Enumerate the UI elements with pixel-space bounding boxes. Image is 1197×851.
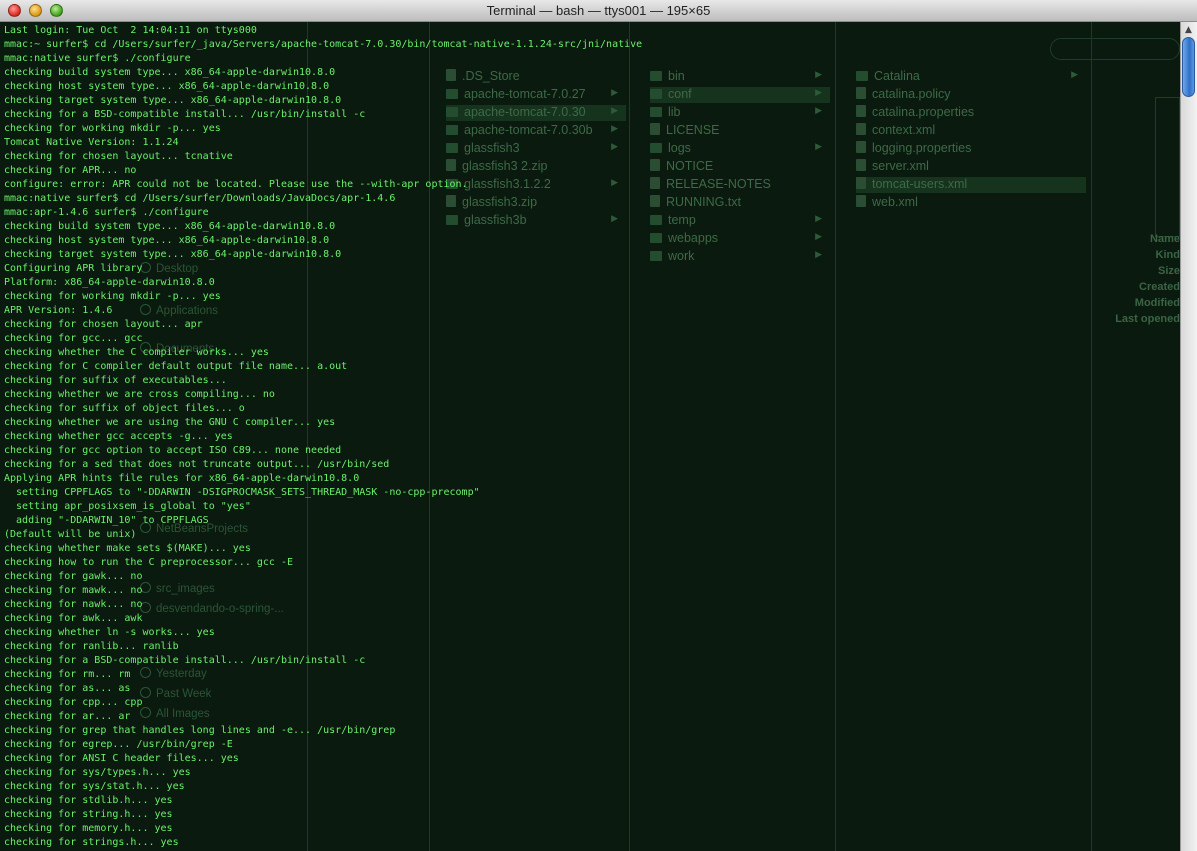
- terminal-line: checking for suffix of object files... o: [4, 403, 245, 414]
- terminal-line: checking how to run the C preprocessor..…: [4, 557, 293, 568]
- vertical-scrollbar[interactable]: [1180, 22, 1197, 851]
- terminal-line: checking target system type... x86_64-ap…: [4, 249, 342, 260]
- terminal-line: checking for a BSD-compatible install...…: [4, 109, 366, 120]
- terminal-line: mmac:apr-1.4.6 surfer$ ./configure: [4, 207, 209, 218]
- terminal-line: checking for sys/stat.h... yes: [4, 781, 185, 792]
- terminal-line: Platform: x86_64-apple-darwin10.8.0: [4, 277, 215, 288]
- terminal-line: checking for a sed that does not truncat…: [4, 459, 390, 470]
- terminal-line: checking for chosen layout... tcnative: [4, 151, 233, 162]
- terminal-line: mmac:native surfer$ cd /Users/surfer/Dow…: [4, 193, 396, 204]
- terminal-line: checking for suffix of executables...: [4, 375, 227, 386]
- terminal-line: Last login: Tue Oct 2 14:04:11 on ttys00…: [4, 25, 257, 36]
- terminal-line: (Default will be unix): [4, 529, 137, 540]
- terminal-line: checking for ANSI C header files... yes: [4, 753, 239, 764]
- terminal-line: checking host system type... x86_64-appl…: [4, 235, 330, 246]
- terminal-line: checking for working mkdir -p... yes: [4, 123, 221, 134]
- terminal-line: mmac:native surfer$ ./configure: [4, 53, 191, 64]
- terminal-line: checking for egrep... /usr/bin/grep -E: [4, 739, 233, 750]
- terminal-line: checking for C compiler default output f…: [4, 361, 348, 372]
- terminal-line: checking whether we are using the GNU C …: [4, 417, 336, 428]
- terminal-line: checking build system type... x86_64-app…: [4, 221, 336, 232]
- scroll-thumb[interactable]: [1182, 37, 1195, 97]
- terminal-line: APR Version: 1.4.6: [4, 305, 113, 316]
- scroll-up-arrow-icon[interactable]: ▲: [1183, 25, 1194, 35]
- terminal-line: checking for rm... rm: [4, 669, 131, 680]
- terminal-line: checking for string.h... yes: [4, 809, 173, 820]
- terminal-line: checking for ranlib... ranlib: [4, 641, 179, 652]
- terminal-line: Configuring APR library: [4, 263, 143, 274]
- terminal-line: adding "-DDARWIN_10" to CPPFLAGS: [4, 515, 209, 526]
- terminal-line: checking whether we are cross compiling.…: [4, 389, 275, 400]
- terminal-line: setting apr_posixsem_is_global to "yes": [4, 501, 251, 512]
- terminal-line: checking for ar... ar: [4, 711, 131, 722]
- terminal-line: checking for awk... awk: [4, 613, 143, 624]
- terminal-line: checking for working mkdir -p... yes: [4, 291, 221, 302]
- terminal-line: Tomcat Native Version: 1.1.24: [4, 137, 179, 148]
- terminal-line: checking whether the C compiler works...…: [4, 347, 269, 358]
- terminal-line: checking for chosen layout... apr: [4, 319, 203, 330]
- terminal-line: checking for stdlib.h... yes: [4, 795, 173, 806]
- terminal-line: checking for gcc... gcc: [4, 333, 143, 344]
- terminal-line: checking build system type... x86_64-app…: [4, 67, 336, 78]
- terminal-line: checking for gcc option to accept ISO C8…: [4, 445, 342, 456]
- terminal-line: setting CPPFLAGS to "-DDARWIN -DSIGPROCM…: [4, 487, 480, 498]
- terminal-line: checking whether make sets $(MAKE)... ye…: [4, 543, 251, 554]
- terminal-line: configure: error: APR could not be locat…: [4, 179, 468, 190]
- window-title: Terminal — bash — ttys001 — 195×65: [486, 3, 711, 18]
- terminal-line: checking for gawk... no: [4, 571, 143, 582]
- terminal-line: checking target system type... x86_64-ap…: [4, 95, 342, 106]
- terminal-line: checking for sys/types.h... yes: [4, 767, 191, 778]
- terminal-line: checking for memory.h... yes: [4, 823, 173, 834]
- terminal-line: Applying APR hints file rules for x86_64…: [4, 473, 360, 484]
- terminal-line: checking for cpp... cpp: [4, 697, 143, 708]
- terminal-line: checking for grep that handles long line…: [4, 725, 396, 736]
- window-titlebar[interactable]: Terminal — bash — ttys001 — 195×65: [0, 0, 1197, 22]
- terminal-line: checking for as... as: [4, 683, 131, 694]
- terminal-line: checking for strings.h... yes: [4, 837, 179, 848]
- terminal-line: checking host system type... x86_64-appl…: [4, 81, 330, 92]
- terminal-line: checking for nawk... no: [4, 599, 143, 610]
- terminal-line: checking for a BSD-compatible install...…: [4, 655, 366, 666]
- terminal-line: checking for mawk... no: [4, 585, 143, 596]
- terminal-line: checking whether gcc accepts -g... yes: [4, 431, 233, 442]
- terminal-line: checking whether ln -s works... yes: [4, 627, 215, 638]
- terminal-line: mmac:~ surfer$ cd /Users/surfer/_java/Se…: [4, 39, 643, 50]
- terminal-output[interactable]: Last login: Tue Oct 2 14:04:11 on ttys00…: [4, 24, 1174, 851]
- terminal-line: checking for APR... no: [4, 165, 137, 176]
